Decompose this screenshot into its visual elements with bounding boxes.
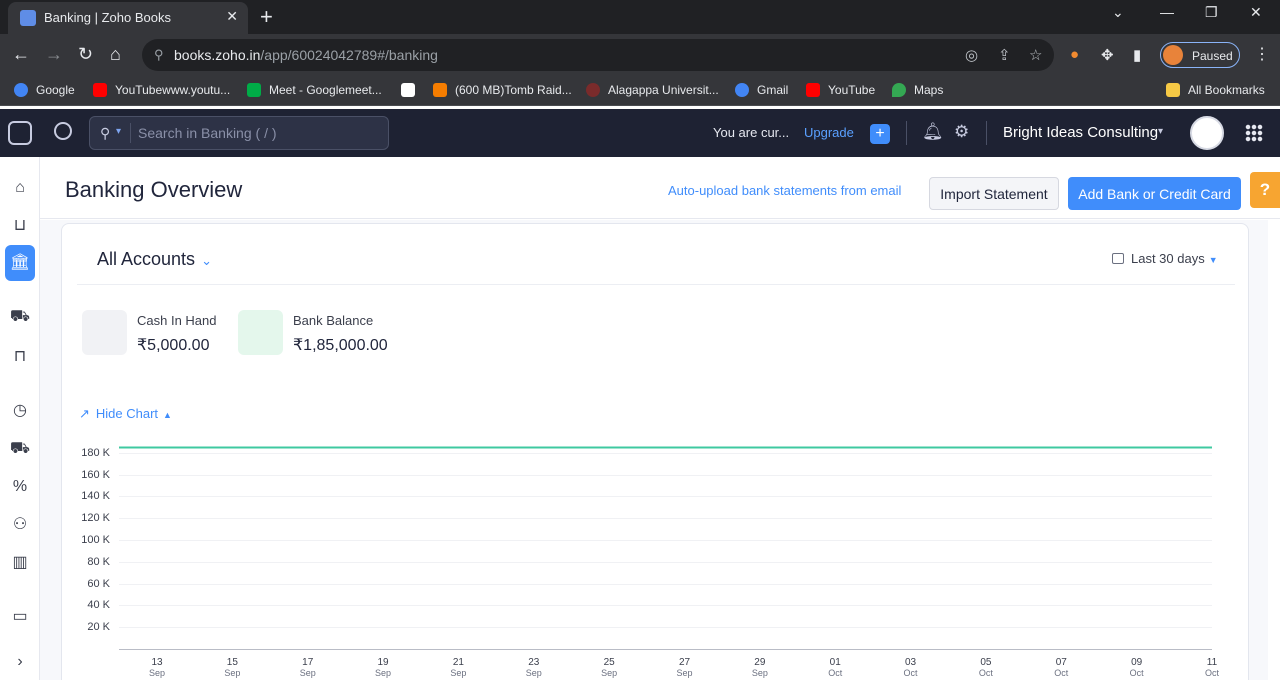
bookmark-gmail[interactable]: Gmail — [735, 83, 788, 97]
banking-nav-icon[interactable]: 🏛︎ — [5, 245, 35, 281]
documents-folder-icon[interactable]: ▭ — [6, 603, 34, 631]
import-statement-button[interactable]: Import Statement — [929, 177, 1059, 210]
extensions-puzzle-icon[interactable]: ✥ — [1101, 46, 1114, 64]
back-icon[interactable]: ← — [12, 44, 30, 65]
site-info-icon[interactable]: ⚲ — [154, 47, 164, 63]
header-divider — [906, 121, 907, 145]
all-bookmarks-folder[interactable]: All Bookmarks — [1166, 83, 1265, 97]
main-content: All Accounts ⌄ Last 30 days ▼ Cash In Hand… — [40, 220, 1268, 680]
tracking-eye-icon[interactable]: ◎ — [965, 46, 978, 64]
profile-button[interactable]: Paused — [1160, 42, 1240, 68]
bookmark-maps[interactable]: Maps — [892, 83, 943, 97]
browser-menu-icon[interactable]: ⋮ — [1254, 44, 1270, 64]
restore-icon[interactable]: ❐ — [1205, 4, 1218, 21]
eway-bills-truck-icon[interactable]: ⛟ — [6, 435, 34, 463]
quick-create-button[interactable]: + — [870, 124, 890, 144]
bookmark-blogger[interactable]: (600 MB)Tomb Raid... — [433, 83, 572, 97]
bookmark-meet[interactable]: Meet - Googlemeet... — [247, 83, 382, 97]
new-tab-icon[interactable]: + — [260, 4, 273, 30]
balance-line-svg — [119, 446, 1212, 449]
settings-gear-icon[interactable]: ⚙ — [954, 122, 969, 142]
left-sidebar: ⌂ ⊔ 🏛︎ ⛟ ⊓ ◷ ⛟ % ⚇ ▥ ▭ › — [0, 157, 40, 680]
add-bank-button[interactable]: Add Bank or Credit Card — [1068, 177, 1241, 210]
zoho-books-favicon-icon — [20, 10, 36, 26]
browser-toolbar: ← → ↻ ⌂ ⚲ books.zoho.in/app/60024042789#… — [0, 34, 1280, 76]
bookmarks-bar: Google YouTubewww.youtu... Meet - Google… — [0, 76, 1280, 106]
gst-filing-icon[interactable]: % — [6, 473, 34, 501]
bookmark-youtube-1[interactable]: YouTubewww.youtu... — [93, 83, 230, 97]
page-header: Banking Overview Auto-upload bank statem… — [40, 157, 1280, 219]
address-bar[interactable]: ⚲ books.zoho.in/app/60024042789#/banking… — [142, 39, 1054, 71]
profile-avatar — [1163, 45, 1183, 65]
home-nav-icon[interactable]: ⌂ — [6, 174, 34, 202]
search-icon: ⚲ — [100, 125, 111, 141]
minimize-icon[interactable]: — — [1160, 4, 1174, 20]
items-basket-icon[interactable]: ⊔ — [6, 212, 34, 240]
tab-search-icon[interactable]: ⌄ — [1112, 4, 1124, 21]
forward-icon[interactable]: → — [45, 44, 63, 65]
reload-icon[interactable]: ↻ — [78, 44, 93, 65]
close-tab-icon[interactable]: ✕ — [226, 8, 238, 25]
page-title: Banking Overview — [65, 177, 243, 202]
search-input[interactable] — [138, 117, 378, 149]
organization-switcher[interactable]: Bright Ideas Consulting — [1003, 124, 1158, 141]
upgrade-link[interactable]: Upgrade — [804, 125, 854, 140]
zoho-books-logo-icon[interactable] — [8, 121, 32, 145]
bookmark-google[interactable]: Google — [14, 83, 75, 97]
bookmark-youtube-2[interactable]: YouTube — [806, 83, 875, 97]
bookmark-blank-icon[interactable] — [401, 83, 423, 97]
app-launcher-grid-icon[interactable] — [1245, 124, 1263, 142]
recent-activity-icon[interactable] — [54, 122, 72, 140]
bookmark-alagappa[interactable]: Alagappa Universit... — [586, 83, 719, 97]
tab-title: Banking | Zoho Books — [44, 10, 171, 25]
auto-upload-link[interactable]: Auto-upload bank statements from email — [668, 183, 901, 198]
app-header: ⚲ ▾ You are cur... Upgrade + 🔔︎ ⚙ Bright… — [0, 109, 1280, 157]
header-divider-2 — [986, 121, 987, 145]
browser-tab[interactable]: Banking | Zoho Books ✕ — [8, 2, 248, 34]
share-icon[interactable]: ⇪ — [998, 46, 1011, 64]
trial-status-text: You are cur... — [713, 125, 790, 140]
expand-sidebar-chevron-icon[interactable]: › — [6, 648, 34, 676]
home-icon[interactable]: ⌂ — [110, 44, 121, 65]
profile-status: Paused — [1192, 49, 1233, 63]
browser-tab-bar: Banking | Zoho Books ✕ + ⌄ — ❐ ✕ — [0, 0, 1280, 34]
side-panel-icon[interactable]: ▮ — [1133, 46, 1141, 64]
accountant-icon[interactable]: ⚇ — [6, 511, 34, 539]
extension-icon[interactable]: ● — [1070, 46, 1079, 63]
purchases-bag-icon[interactable]: ⊓ — [6, 343, 34, 371]
help-tab[interactable]: ? — [1250, 172, 1280, 208]
org-chevron-down-icon[interactable]: ▾ — [1158, 126, 1163, 137]
sales-cart-icon[interactable]: ⛟ — [6, 303, 34, 331]
bookmark-star-icon[interactable]: ☆ — [1029, 46, 1042, 64]
search-scope-chevron-icon[interactable]: ▾ — [116, 126, 121, 137]
url-text: books.zoho.in/app/60024042789#/banking — [174, 47, 438, 63]
global-search[interactable]: ⚲ ▾ — [89, 116, 389, 150]
user-avatar[interactable] — [1190, 116, 1224, 150]
reports-chart-icon[interactable]: ▥ — [6, 549, 34, 577]
search-divider — [130, 123, 131, 143]
time-tracking-icon[interactable]: ◷ — [6, 397, 34, 425]
notifications-bell-icon[interactable]: 🔔︎ — [922, 122, 944, 142]
overview-card: All Accounts ⌄ Last 30 days ▼ Cash In Hand… — [61, 223, 1249, 680]
close-window-icon[interactable]: ✕ — [1250, 4, 1262, 21]
